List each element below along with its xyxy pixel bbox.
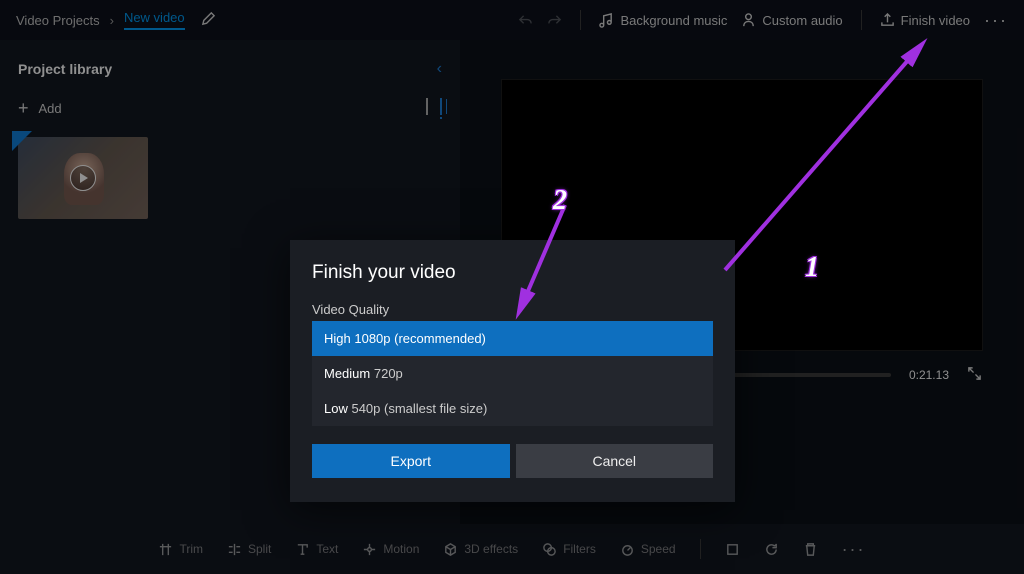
finish-video-dialog: Finish your video Video Quality High 108… [290, 240, 735, 502]
video-quality-label: Video Quality [312, 302, 713, 317]
quality-option-medium[interactable]: Medium 720p [312, 356, 713, 391]
cancel-button[interactable]: Cancel [516, 444, 714, 478]
export-button[interactable]: Export [312, 444, 510, 478]
quality-options: High 1080p (recommended) Medium 720p Low… [312, 321, 713, 426]
annotation-number-1: 1 [805, 252, 819, 284]
quality-option-low[interactable]: Low 540p (smallest file size) [312, 391, 713, 426]
dialog-title: Finish your video [312, 262, 713, 284]
annotation-number-2: 2 [553, 185, 567, 217]
quality-option-high[interactable]: High 1080p (recommended) [312, 321, 713, 356]
